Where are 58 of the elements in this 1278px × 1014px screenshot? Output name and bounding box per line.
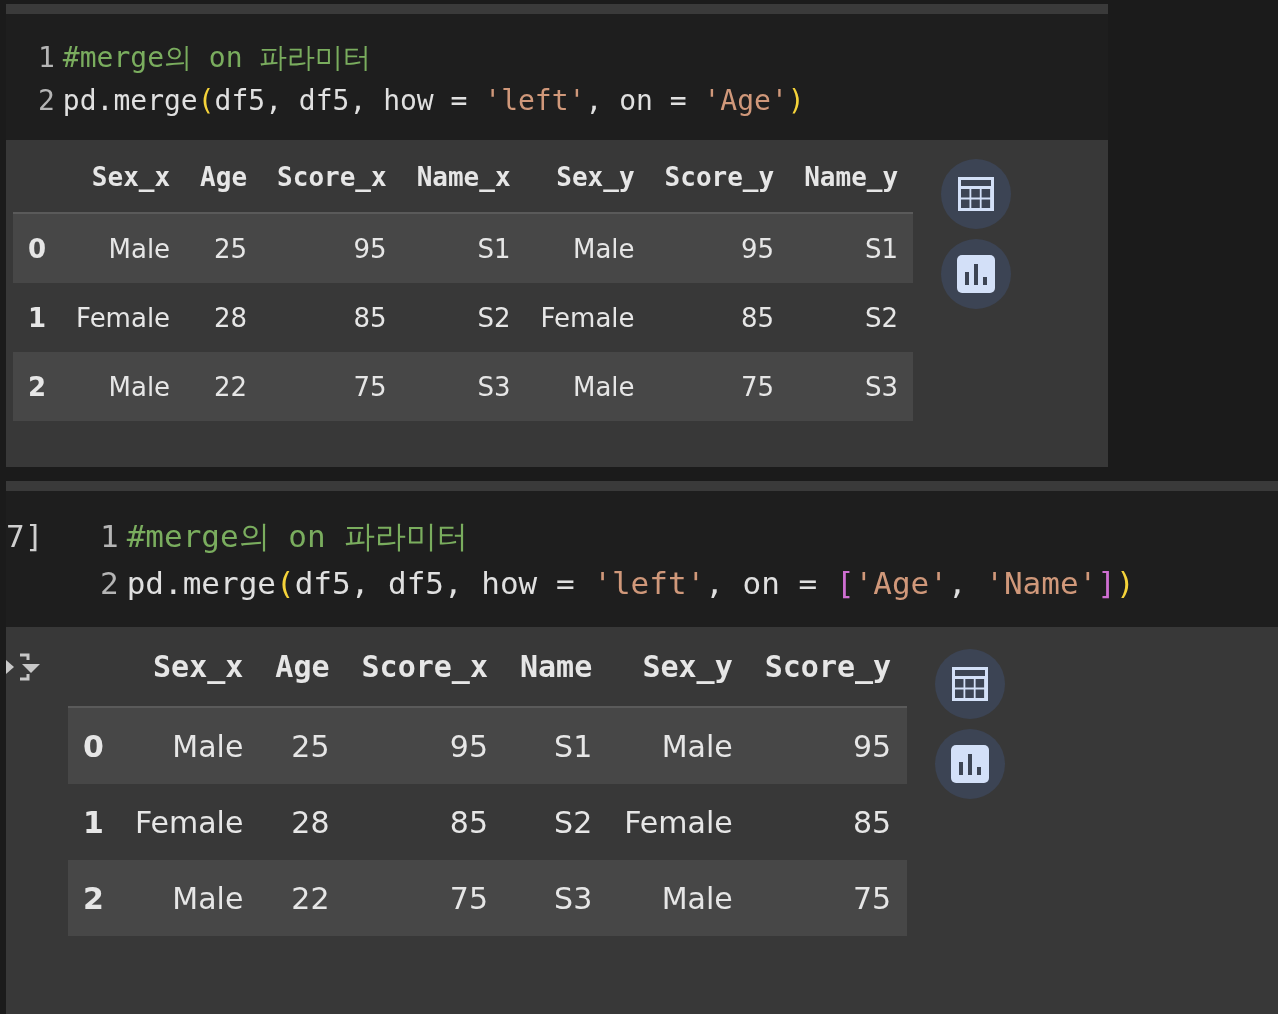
table-cell: Male: [525, 352, 650, 421]
table-cell: 95: [748, 707, 908, 784]
row-index: 1: [68, 784, 119, 860]
table-icon: [950, 664, 991, 704]
table-cell: Male: [118, 707, 260, 784]
table-cell: 75: [262, 352, 402, 421]
table-cell: 22: [185, 352, 263, 421]
line-number: 2: [38, 83, 55, 119]
table-cell: 25: [259, 707, 346, 784]
bar-chart-icon: [950, 744, 991, 784]
table-cell: Male: [608, 860, 749, 936]
table-cell: 22: [259, 860, 346, 936]
bar-chart-icon: [956, 254, 997, 294]
line-number: 2: [100, 564, 119, 603]
table-cell: 28: [185, 283, 263, 352]
row-index: 2: [68, 860, 119, 936]
table-cell: S1: [789, 213, 914, 283]
table-cell: 85: [262, 283, 402, 352]
row-index: 0: [68, 707, 119, 784]
table-cell: Male: [608, 707, 749, 784]
code-line: pd.merge(df5, df5, how = 'left', on = ['Age', 'Name']): [126, 564, 1135, 603]
table-cell: S2: [504, 784, 609, 860]
table-cell: Male: [118, 860, 260, 936]
table-cell: 75: [345, 860, 504, 936]
table-cell: 25: [185, 213, 263, 283]
execution-count: 7]: [6, 517, 45, 556]
table-cell: S3: [504, 860, 609, 936]
table-cell: 95: [345, 707, 504, 784]
table-cell: 95: [649, 213, 790, 283]
table-cell: S2: [789, 283, 914, 352]
table-cell: 85: [748, 784, 908, 860]
table-cell: 28: [259, 784, 346, 860]
table-cell: S3: [401, 352, 526, 421]
table-cell: S1: [504, 707, 609, 784]
table-cell: 75: [649, 352, 790, 421]
table-cell: S3: [789, 352, 914, 421]
table-cell: 85: [345, 784, 504, 860]
line-number: 1: [100, 517, 119, 556]
table-cell: Female: [525, 283, 650, 352]
table-cell: Male: [61, 213, 186, 283]
code-line: #merge의 on 파라미터: [126, 517, 469, 556]
table-cell: Male: [61, 352, 186, 421]
table-cell: 85: [649, 283, 790, 352]
row-index: 2: [13, 352, 62, 421]
line-number: 1: [38, 40, 55, 76]
table-cell: S2: [401, 283, 526, 352]
table-cell: Female: [61, 283, 186, 352]
table-cell: Male: [525, 213, 650, 283]
code-line: pd.merge(df5, df5, how = 'left', on = 'Age'): [62, 83, 805, 119]
row-index: 0: [13, 213, 62, 283]
table-icon: [956, 174, 997, 214]
table-cell: 75: [748, 860, 908, 936]
table-cell: 95: [262, 213, 402, 283]
row-index: 1: [13, 283, 62, 352]
table-cell: Female: [118, 784, 260, 860]
table-cell: Female: [608, 784, 749, 860]
code-line: #merge의 on 파라미터: [62, 40, 372, 76]
table-cell: S1: [401, 213, 526, 283]
